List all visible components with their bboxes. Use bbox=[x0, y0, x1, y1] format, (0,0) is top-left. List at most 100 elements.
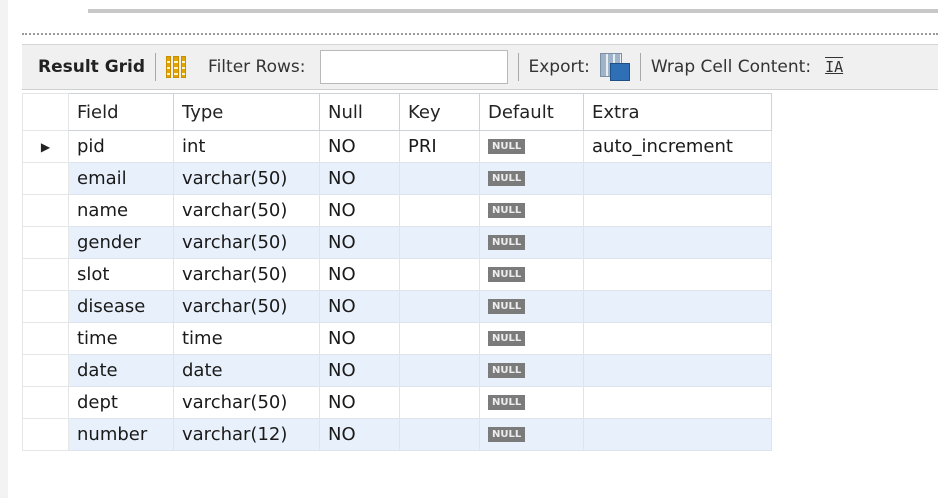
cell-field[interactable]: pid bbox=[68, 130, 174, 163]
cell-null[interactable]: NO bbox=[319, 386, 400, 419]
filter-rows-input[interactable] bbox=[319, 50, 508, 84]
cell-default[interactable]: NULL bbox=[479, 386, 584, 419]
cell-extra[interactable] bbox=[583, 162, 772, 195]
cell-key[interactable] bbox=[399, 386, 480, 419]
table-row[interactable]: slot varchar(50) NO NULL bbox=[22, 258, 772, 291]
cell-null[interactable]: NO bbox=[319, 226, 400, 259]
wrap-text-icon[interactable]: IA bbox=[825, 58, 843, 76]
cell-field[interactable]: slot bbox=[68, 258, 174, 291]
cell-key[interactable] bbox=[399, 290, 480, 323]
cell-field[interactable]: gender bbox=[68, 226, 174, 259]
cell-default[interactable]: NULL bbox=[479, 226, 584, 259]
table-row[interactable]: name varchar(50) NO NULL bbox=[22, 194, 772, 227]
result-table: Field Type Null Key Default Extra ▶ pid … bbox=[22, 93, 772, 451]
cell-extra[interactable] bbox=[583, 386, 772, 419]
column-header-type[interactable]: Type bbox=[173, 93, 320, 131]
horizontal-scrollbar[interactable] bbox=[88, 9, 938, 13]
cell-type[interactable]: time bbox=[173, 322, 320, 355]
cell-null[interactable]: NO bbox=[319, 130, 400, 163]
cell-default[interactable]: NULL bbox=[479, 258, 584, 291]
cell-null[interactable]: NO bbox=[319, 194, 400, 227]
cell-extra[interactable] bbox=[583, 354, 772, 387]
cell-field[interactable]: number bbox=[68, 418, 174, 451]
toolbar-separator bbox=[517, 53, 519, 81]
null-badge: NULL bbox=[488, 331, 526, 346]
cell-key[interactable] bbox=[399, 162, 480, 195]
column-header-extra[interactable]: Extra bbox=[583, 93, 772, 131]
cell-field[interactable]: email bbox=[68, 162, 174, 195]
table-row[interactable]: time time NO NULL bbox=[22, 322, 772, 355]
cell-field[interactable]: time bbox=[68, 322, 174, 355]
row-marker bbox=[22, 322, 69, 355]
cell-default[interactable]: NULL bbox=[479, 130, 584, 163]
toolbar-separator bbox=[639, 53, 641, 81]
table-row[interactable]: ▶ pid int NO PRI NULL auto_increment bbox=[22, 130, 772, 163]
cell-key[interactable] bbox=[399, 354, 480, 387]
cell-default[interactable]: NULL bbox=[479, 290, 584, 323]
null-badge: NULL bbox=[488, 267, 526, 282]
cell-field[interactable]: date bbox=[68, 354, 174, 387]
cell-null[interactable]: NO bbox=[319, 354, 400, 387]
table-row[interactable]: dept varchar(50) NO NULL bbox=[22, 386, 772, 419]
row-marker bbox=[22, 258, 69, 291]
cell-default[interactable]: NULL bbox=[479, 418, 584, 451]
cell-default[interactable]: NULL bbox=[479, 322, 584, 355]
table-row[interactable]: email varchar(50) NO NULL bbox=[22, 162, 772, 195]
cell-type[interactable]: varchar(50) bbox=[173, 290, 320, 323]
cell-type[interactable]: varchar(50) bbox=[173, 162, 320, 195]
table-row[interactable]: number varchar(12) NO NULL bbox=[22, 418, 772, 451]
column-header-default[interactable]: Default bbox=[479, 93, 584, 131]
cell-default[interactable]: NULL bbox=[479, 194, 584, 227]
cell-type[interactable]: varchar(12) bbox=[173, 418, 320, 451]
null-badge: NULL bbox=[488, 235, 526, 250]
cell-type[interactable]: varchar(50) bbox=[173, 226, 320, 259]
table-row[interactable]: date date NO NULL bbox=[22, 354, 772, 387]
table-row[interactable]: gender varchar(50) NO NULL bbox=[22, 226, 772, 259]
cell-key[interactable] bbox=[399, 226, 480, 259]
cell-type[interactable]: date bbox=[173, 354, 320, 387]
null-badge: NULL bbox=[488, 139, 526, 154]
cell-extra[interactable] bbox=[583, 226, 772, 259]
cell-type[interactable]: int bbox=[173, 130, 320, 163]
cell-default[interactable]: NULL bbox=[479, 162, 584, 195]
export-disk-icon[interactable] bbox=[599, 53, 630, 81]
cell-field[interactable]: dept bbox=[68, 386, 174, 419]
cell-extra[interactable] bbox=[583, 194, 772, 227]
cell-type[interactable]: varchar(50) bbox=[173, 258, 320, 291]
column-header-null[interactable]: Null bbox=[319, 93, 400, 131]
splitter-handle[interactable] bbox=[22, 33, 938, 35]
result-toolbar: Result Grid Filter Rows: Export: Wrap Ce… bbox=[22, 44, 938, 90]
null-badge: NULL bbox=[488, 363, 526, 378]
cell-null[interactable]: NO bbox=[319, 322, 400, 355]
cell-key[interactable]: PRI bbox=[399, 130, 480, 163]
column-header-key[interactable]: Key bbox=[399, 93, 480, 131]
left-edge-panel bbox=[0, 0, 8, 498]
cell-extra[interactable] bbox=[583, 290, 772, 323]
cell-field[interactable]: name bbox=[68, 194, 174, 227]
cell-null[interactable]: NO bbox=[319, 290, 400, 323]
null-badge: NULL bbox=[488, 395, 526, 410]
result-grid: Field Type Null Key Default Extra ▶ pid … bbox=[22, 93, 772, 451]
result-grid-tab[interactable]: Result Grid bbox=[38, 57, 145, 77]
row-marker bbox=[22, 162, 69, 195]
cell-extra[interactable] bbox=[583, 322, 772, 355]
cell-extra[interactable]: auto_increment bbox=[583, 130, 772, 163]
cell-null[interactable]: NO bbox=[319, 258, 400, 291]
cell-field[interactable]: disease bbox=[68, 290, 174, 323]
cell-key[interactable] bbox=[399, 322, 480, 355]
table-row[interactable]: disease varchar(50) NO NULL bbox=[22, 290, 772, 323]
cell-extra[interactable] bbox=[583, 418, 772, 451]
grid-table-icon[interactable] bbox=[166, 56, 187, 78]
cell-null[interactable]: NO bbox=[319, 162, 400, 195]
cell-default[interactable]: NULL bbox=[479, 354, 584, 387]
filter-rows-label: Filter Rows: bbox=[208, 57, 306, 77]
cell-type[interactable]: varchar(50) bbox=[173, 386, 320, 419]
cell-key[interactable] bbox=[399, 194, 480, 227]
cell-key[interactable] bbox=[399, 258, 480, 291]
column-header-field[interactable]: Field bbox=[68, 93, 174, 131]
cell-null[interactable]: NO bbox=[319, 418, 400, 451]
row-marker-header bbox=[22, 93, 69, 131]
cell-type[interactable]: varchar(50) bbox=[173, 194, 320, 227]
cell-extra[interactable] bbox=[583, 258, 772, 291]
cell-key[interactable] bbox=[399, 418, 480, 451]
